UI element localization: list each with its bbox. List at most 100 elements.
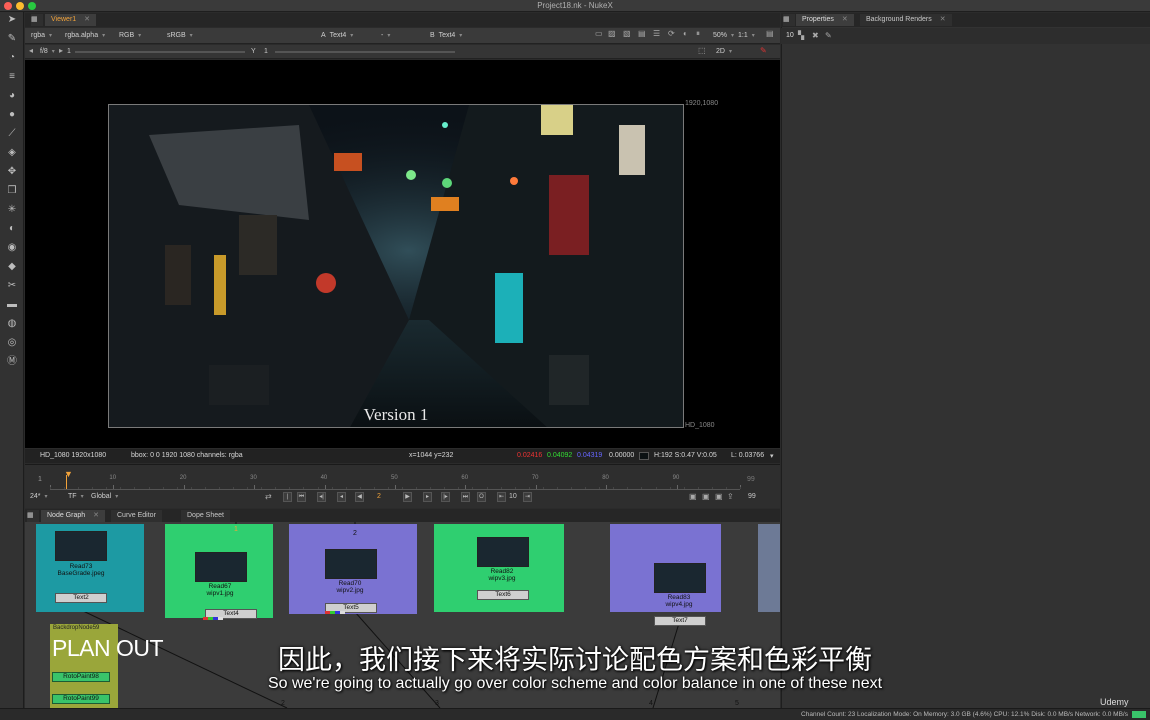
- refresh-icon[interactable]: ⟳: [668, 28, 675, 40]
- ocula-icon[interactable]: ◎: [6, 337, 18, 349]
- alpha-dropdown[interactable]: rgba.alpha: [62, 30, 105, 41]
- overlay-icon[interactable]: ▤: [638, 28, 646, 40]
- 3d-icon[interactable]: ❒: [6, 185, 18, 197]
- close-icon[interactable]: ✕: [940, 16, 946, 23]
- read-node-label[interactable]: Read70 wipv2.jpg: [315, 580, 385, 594]
- input-b-dropdown[interactable]: B Text4: [427, 30, 462, 41]
- merge-icon[interactable]: ◈: [6, 147, 18, 159]
- gamma-slider[interactable]: [275, 51, 455, 53]
- read-node-label[interactable]: Read73 BaseGrade.jpeg: [46, 563, 116, 577]
- max-panels-field[interactable]: 10: [786, 32, 794, 39]
- crop-icon[interactable]: ⬚: [698, 45, 706, 57]
- keyer-icon[interactable]: ⟋: [6, 128, 18, 140]
- fstop-field[interactable]: f/8: [37, 46, 55, 57]
- particles-icon[interactable]: ✳: [6, 204, 18, 216]
- colorspace-dropdown[interactable]: sRGB: [164, 30, 193, 41]
- text-node[interactable]: Text2: [55, 593, 107, 603]
- prev-frame-button[interactable]: ◂: [337, 492, 346, 502]
- lock-icon[interactable]: ▚: [798, 30, 804, 42]
- ruler-tick: [254, 485, 256, 489]
- color-icon[interactable]: ◕: [6, 90, 18, 102]
- tab-properties[interactable]: Properties ✕: [796, 14, 854, 26]
- other-icon[interactable]: ▬: [6, 299, 18, 311]
- time-icon[interactable]: ◔: [6, 52, 18, 64]
- paint-icon[interactable]: ✎: [6, 33, 18, 45]
- loop-icon[interactable]: ⇄: [265, 491, 272, 503]
- zoom-dropdown[interactable]: 50%: [710, 30, 734, 41]
- zebra-icon[interactable]: ▧: [623, 28, 631, 40]
- view-mode-dropdown[interactable]: 2D: [713, 46, 732, 57]
- read-node-label[interactable]: Read82 wipv3.jpg: [467, 568, 537, 582]
- close-icon[interactable]: ✕: [842, 16, 848, 23]
- pointer-icon[interactable]: ➤: [6, 14, 18, 26]
- increment-field[interactable]: 10: [509, 493, 517, 500]
- read-node-label[interactable]: Read83 wipv4.jpg: [644, 594, 714, 608]
- filter-icon[interactable]: ●: [6, 109, 18, 121]
- backdrop-edge[interactable]: [758, 524, 780, 612]
- step-back-button[interactable]: ⇤: [497, 492, 506, 502]
- clear-icon[interactable]: ✖: [812, 30, 819, 42]
- text-node[interactable]: Text7: [654, 616, 706, 626]
- proxy-icon[interactable]: ◐: [683, 28, 688, 40]
- channel-icon[interactable]: ≡: [6, 71, 18, 83]
- fps-dropdown[interactable]: 24*: [27, 491, 48, 502]
- pane-options-icon[interactable]: ▤: [766, 28, 774, 40]
- pencil-icon[interactable]: ✎: [825, 30, 832, 42]
- pause-icon[interactable]: ⏸: [696, 28, 700, 40]
- frame-ruler[interactable]: 10 20 30 40 50 60 70 80 90: [50, 475, 741, 490]
- prev-increment-button[interactable]: ◂|: [317, 492, 326, 502]
- input-a-dropdown[interactable]: A Text4: [318, 30, 353, 41]
- pane-menu-icon[interactable]: ▦: [27, 510, 39, 522]
- list-icon[interactable]: ☰: [653, 28, 660, 40]
- tf-dropdown[interactable]: TF: [65, 491, 84, 502]
- gain-slider[interactable]: [75, 51, 245, 53]
- gain-increase-icon[interactable]: ▸: [59, 45, 63, 57]
- render-icon[interactable]: ▣: [702, 491, 710, 503]
- deep-icon[interactable]: ◐: [6, 223, 18, 235]
- info-collapse-icon[interactable]: ▾: [770, 452, 774, 460]
- transform-icon[interactable]: ✥: [6, 166, 18, 178]
- prev-keyframe-button[interactable]: ⏮: [297, 492, 306, 502]
- clip-warning-icon[interactable]: ▨: [608, 28, 616, 40]
- tab-background-renders[interactable]: Background Renders ✕: [860, 14, 952, 26]
- viewer-toolbar: rgba rgba.alpha RGB sRGB A Text4 - B Tex…: [25, 28, 780, 44]
- text-node[interactable]: Text6: [477, 590, 529, 600]
- wipe-op-dropdown[interactable]: -: [378, 30, 390, 41]
- tab-viewer1[interactable]: Viewer1 ✕: [45, 14, 97, 26]
- views-icon[interactable]: ◉: [6, 242, 18, 254]
- cache-icon[interactable]: ▣: [715, 491, 723, 503]
- tab-dope-sheet[interactable]: Dope Sheet: [181, 510, 230, 522]
- toolsets-icon[interactable]: ✂: [6, 280, 18, 292]
- stop-button[interactable]: O: [477, 492, 486, 502]
- step-forward-button[interactable]: ⇥: [523, 492, 532, 502]
- tab-curve-editor[interactable]: Curve Editor: [111, 510, 162, 522]
- roi-icon[interactable]: ▭: [595, 28, 603, 40]
- pane-menu-icon[interactable]: ▦: [783, 14, 795, 26]
- ruler-minor-tick: [261, 487, 263, 489]
- pane-menu-icon[interactable]: ▦: [31, 14, 43, 26]
- next-increment-button[interactable]: |▸: [441, 492, 450, 502]
- furnace-icon[interactable]: ◍: [6, 318, 18, 330]
- tab-node-graph[interactable]: Node Graph ✕: [41, 510, 106, 522]
- rotopaint-node[interactable]: RotoPaint99: [52, 694, 110, 704]
- pencil-icon[interactable]: ✎: [760, 45, 767, 57]
- play-forward-button[interactable]: ▶: [403, 492, 412, 502]
- next-keyframe-button[interactable]: ⏭: [461, 492, 470, 502]
- close-icon[interactable]: ✕: [84, 16, 90, 23]
- global-dropdown[interactable]: Global: [88, 491, 118, 502]
- channels-dropdown[interactable]: rgba: [28, 30, 52, 41]
- play-backward-button[interactable]: ◀: [355, 492, 364, 502]
- upload-icon[interactable]: ⇪: [727, 491, 734, 503]
- end-frame-field[interactable]: 99: [748, 493, 756, 500]
- ratio-dropdown[interactable]: 1:1: [735, 30, 755, 41]
- current-frame[interactable]: 2: [377, 493, 381, 500]
- m-icon[interactable]: Ⓜ: [6, 356, 18, 368]
- next-frame-button[interactable]: ▸: [423, 492, 432, 502]
- gain-decrease-icon[interactable]: ◂: [29, 45, 33, 57]
- metadata-icon[interactable]: ◆: [6, 261, 18, 273]
- read-node-label[interactable]: Read67 wipv1.jpg: [185, 583, 255, 597]
- display-channel-dropdown[interactable]: RGB: [116, 30, 141, 41]
- close-icon[interactable]: ✕: [93, 512, 99, 519]
- first-frame-button[interactable]: |: [283, 492, 292, 502]
- flipbook-icon[interactable]: ▣: [689, 491, 697, 503]
